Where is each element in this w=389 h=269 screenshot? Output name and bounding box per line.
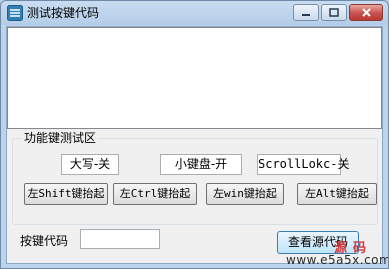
scroll-lock-status: ScrollLokc-关 [257,154,349,175]
maximize-icon [329,8,339,17]
app-window: 测试按键代码 功能键测试区 大写-关 小键盘-开 ScrollLokc-关 左S… [0,0,389,269]
left-win-button[interactable]: 左win键抬起 [206,183,284,205]
app-icon [7,5,23,21]
num-lock-status: 小键盘-开 [160,154,242,175]
maximize-button[interactable] [321,4,347,21]
watermark-url: www.e5a5x.com [286,253,389,267]
title-bar[interactable]: 测试按键代码 [1,1,388,25]
minimize-button[interactable] [293,4,319,21]
group-title: 功能键测试区 [22,130,99,146]
close-button[interactable] [349,4,383,21]
output-textbox[interactable] [7,27,382,129]
key-code-field[interactable] [80,229,160,249]
site-watermark: 源码 www.e5a5x.com [282,237,389,268]
left-ctrl-button[interactable]: 左Ctrl键抬起 [113,183,197,205]
close-icon [361,8,371,17]
key-code-label: 按键代码 [20,234,69,248]
left-shift-button[interactable]: 左Shift键抬起 [24,183,108,205]
caps-lock-status: 大写-关 [61,154,119,175]
client-area: 功能键测试区 大写-关 小键盘-开 ScrollLokc-关 左Shift键抬起… [6,26,383,264]
minimize-icon [302,13,310,16]
function-keys-group: 功能键测试区 大写-关 小键盘-开 ScrollLokc-关 左Shift键抬起… [12,130,378,225]
window-title: 测试按键代码 [27,6,100,20]
left-alt-button[interactable]: 左Alt键抬起 [297,183,377,205]
